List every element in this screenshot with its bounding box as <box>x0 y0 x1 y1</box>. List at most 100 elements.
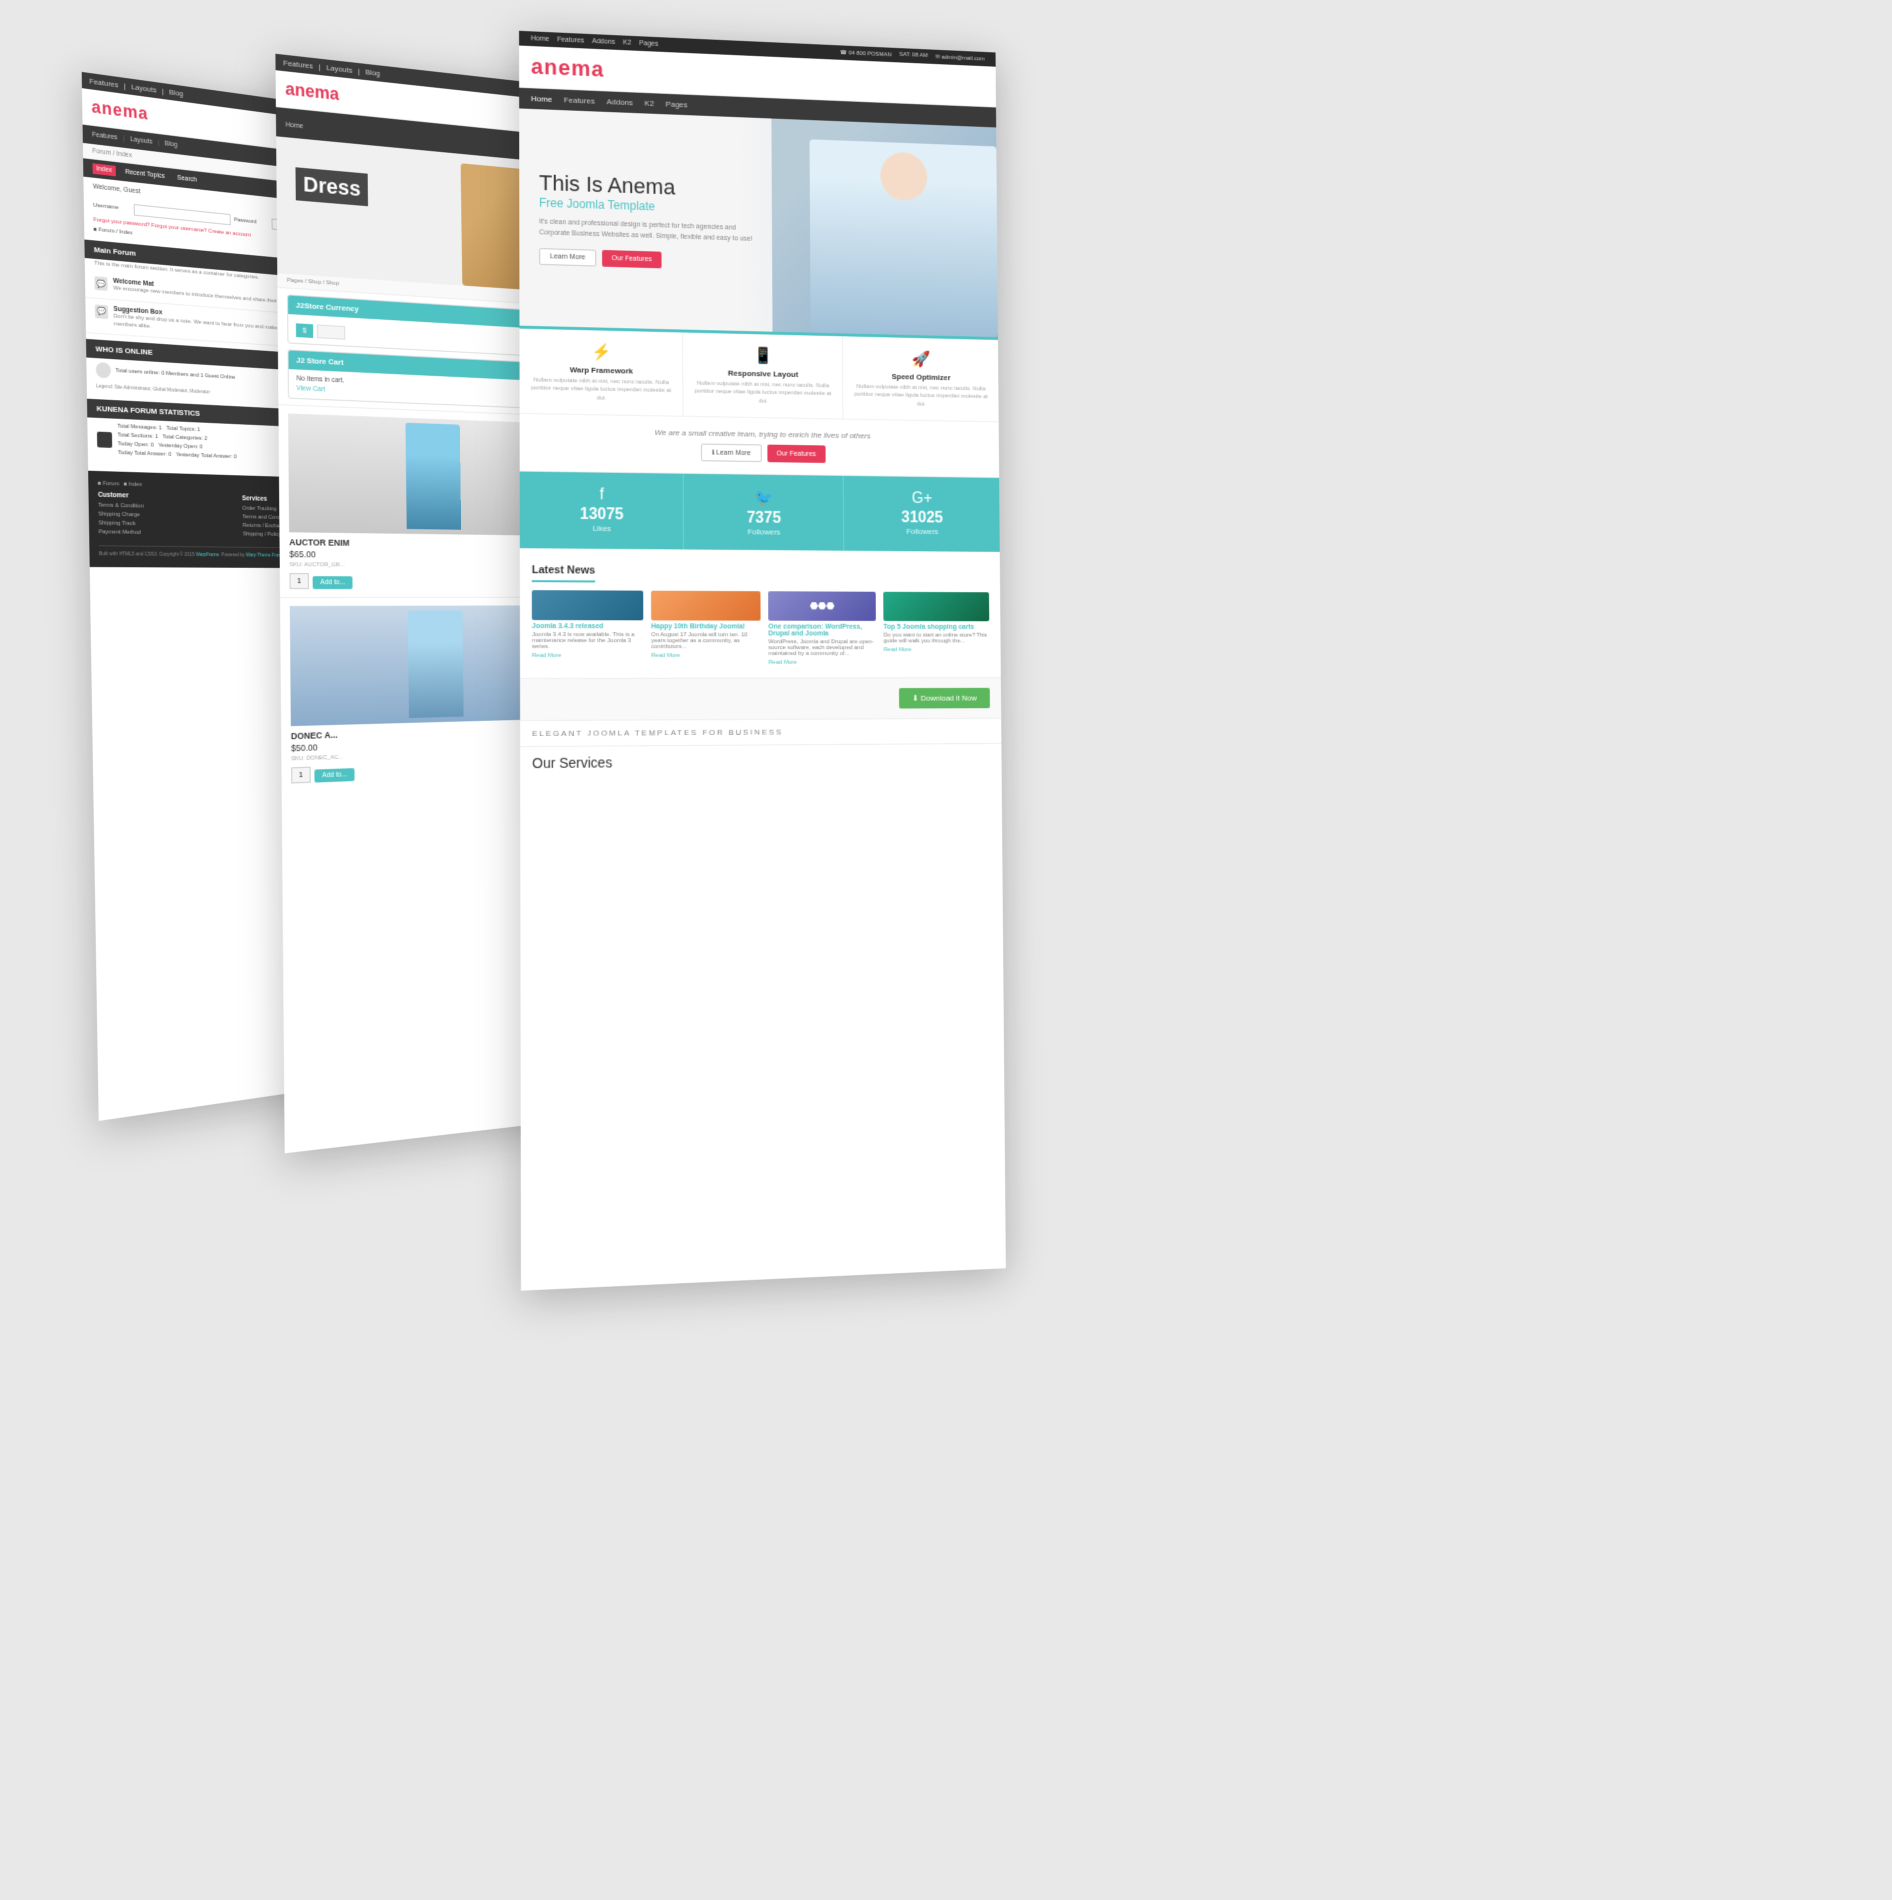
main-hero: This Is Anema Free Joomla Template It's … <box>519 108 998 337</box>
shop-nav-home[interactable]: Home <box>286 122 304 131</box>
password-label: Password <box>234 217 268 226</box>
shop-topbar-features[interactable]: Features <box>283 58 313 70</box>
cta-buttons: ℹ Learn More Our Features <box>532 441 988 465</box>
username-label: Username <box>93 203 130 213</box>
twitter-icon: 🐦 <box>691 488 835 509</box>
twitter-label: Followers <box>692 527 836 537</box>
facebook-icon: f <box>528 486 675 506</box>
topbar-phone: ☎ 04 800 POSMAN <box>840 49 892 58</box>
news-grid: Joomla 3.4.3 released Joomla 3.4.3 is no… <box>532 590 990 666</box>
main-elegant-tagline: ELEGANT JOOMLA TEMPLATES FOR BUSINESS <box>520 718 1001 746</box>
main-nav-home[interactable]: Home <box>531 94 552 104</box>
main-nav-pages[interactable]: Pages <box>666 100 688 110</box>
warpframe-link[interactable]: WarpFrame <box>196 552 219 558</box>
services-title: Our Services <box>532 752 990 771</box>
feature-warp-desc: Nullam vulputate nibh at nisi, nec nunc … <box>529 376 672 404</box>
forum-topbar-blog[interactable]: Blog <box>169 88 183 98</box>
topbar-email: ✉ admin@mail.com <box>935 54 984 63</box>
shop-topbar-layouts[interactable]: Layouts <box>326 63 352 75</box>
main-topbar-features[interactable]: Features <box>557 36 584 44</box>
hero-person <box>810 139 998 337</box>
news-read-more-1[interactable]: Read More <box>532 653 643 659</box>
googleplus-icon: G+ <box>851 490 992 509</box>
facebook-count: 13075 <box>528 506 675 525</box>
main-topbar-home[interactable]: Home <box>531 35 549 43</box>
shop-logo: anema <box>285 79 339 104</box>
news-item-4: Top 5 Joomla shopping carts Do you want … <box>883 592 989 666</box>
product-1-qty[interactable]: 1 <box>289 573 308 589</box>
forum-topbar-features[interactable]: Features <box>89 77 118 90</box>
main-social-bar: f 13075 Likes 🐦 7375 Followers G+ 31025 … <box>520 472 1000 552</box>
news-item-2: Happy 10th Birthday Joomla! On August 17… <box>651 591 761 666</box>
cta-features-btn[interactable]: Our Features <box>767 445 826 463</box>
product-1-figure <box>405 423 461 530</box>
main-services-section: Our Services <box>520 743 1002 779</box>
forum-nav-layouts[interactable]: Layouts <box>130 136 152 145</box>
speed-icon: 🚀 <box>852 348 989 370</box>
main-topbar-addons[interactable]: Addons <box>592 38 615 46</box>
main-topbar-pages[interactable]: Pages <box>639 40 658 48</box>
forum-topbar-layouts[interactable]: Layouts <box>131 83 156 95</box>
cta-text: We are a small creative team, trying to … <box>532 426 988 442</box>
feature-responsive-desc: Nullam vulputate nibh at nisi, nec nunc … <box>693 380 833 407</box>
social-facebook: f 13075 Likes <box>520 472 684 550</box>
forum-logo: anema <box>91 97 148 123</box>
feature-speed-title: Speed Optimizer <box>853 371 990 383</box>
forum-tab-index[interactable]: Index <box>92 163 115 176</box>
online-user-icon <box>96 362 111 378</box>
news-title-4[interactable]: Top 5 Joomla shopping carts <box>883 624 989 631</box>
stats-icon <box>97 432 112 448</box>
footer-customer-title: Customer <box>98 492 235 502</box>
main-panel: Home Features Addons K2 Pages ☎ 04 800 P… <box>519 31 1006 1291</box>
forum-nav-features[interactable]: Features <box>92 132 118 142</box>
footer-customer-items: Terms & ConditionShipping ChargeShipping… <box>98 502 236 539</box>
forum-tab-recent[interactable]: Recent Topics <box>121 167 168 183</box>
news-thumb-2 <box>651 591 761 621</box>
news-item-1: Joomla 3.4.3 released Joomla 3.4.3 is no… <box>532 590 644 666</box>
product-2-figure <box>408 610 464 718</box>
main-topbar-k2[interactable]: K2 <box>623 39 631 46</box>
main-hero-content: This Is Anema Free Joomla Template It's … <box>539 170 753 271</box>
shop-hero-text: Dress <box>295 167 368 206</box>
product-2-qty[interactable]: 1 <box>291 766 310 783</box>
facebook-label: Likes <box>528 524 675 534</box>
main-nav-k2[interactable]: K2 <box>645 99 655 108</box>
topbar-hours: SAT: 08 AM <box>899 52 928 60</box>
shop-topbar-blog[interactable]: Blog <box>365 68 380 78</box>
googleplus-label: Followers <box>852 527 993 537</box>
news-title-2[interactable]: Happy 10th Birthday Joomla! <box>651 623 761 630</box>
cta-learn-more-btn[interactable]: ℹ Learn More <box>701 444 761 463</box>
scene: Features | Layouts | Blog anema Features… <box>0 0 1892 1900</box>
download-btn[interactable]: ⬇ Download it Now <box>899 688 990 709</box>
news-read-more-2[interactable]: Read More <box>651 653 761 659</box>
main-nav-features[interactable]: Features <box>564 96 595 106</box>
main-logo: anema <box>531 54 604 83</box>
cta-learn-more-label: Learn More <box>716 450 750 457</box>
news-desc-3: WordPress, Joomla and Drupal are open-so… <box>768 639 876 657</box>
forum-nav-blog[interactable]: Blog <box>165 140 178 148</box>
news-item-3: ⬣⬣⬣ One comparison: WordPress, Drupal an… <box>768 591 876 666</box>
news-read-more-3[interactable]: Read More <box>768 660 876 666</box>
online-text: Total users online: 0 Members and 1 Gues… <box>115 368 235 381</box>
main-nav-addons[interactable]: Addons <box>606 97 632 107</box>
currency-select[interactable] <box>317 325 345 340</box>
topic-icon-welcome: 💬 <box>94 276 107 291</box>
news-desc-4: Do you want to start an online store? Th… <box>884 633 990 645</box>
hero-learn-more-btn[interactable]: Learn More <box>539 248 596 266</box>
news-desc-2: On August 17 Joomla will turn ten. 10 ye… <box>651 632 761 650</box>
news-read-more-4[interactable]: Read More <box>884 647 990 653</box>
product-2-add-btn[interactable]: Add to... <box>314 768 354 783</box>
news-thumb-3: ⬣⬣⬣ <box>768 591 876 621</box>
product-1-add-btn[interactable]: Add to... <box>313 576 353 589</box>
news-title: Latest News <box>532 564 596 582</box>
main-news-section: Latest News Joomla 3.4.3 released Joomla… <box>520 548 1001 678</box>
news-title-3[interactable]: One comparison: WordPress, Drupal and Jo… <box>768 624 876 638</box>
hero-features-btn[interactable]: Our Features <box>602 250 662 268</box>
feature-warp-title: Warp Framework <box>529 364 672 376</box>
googleplus-count: 31025 <box>852 509 993 528</box>
forum-tab-search[interactable]: Search <box>174 172 201 185</box>
news-title-1[interactable]: Joomla 3.4.3 released <box>532 623 643 630</box>
social-googleplus: G+ 31025 Followers <box>844 476 1000 552</box>
topic-icon-suggestion: 💬 <box>95 304 108 319</box>
main-hero-desc: It's clean and professional design is pe… <box>539 218 753 245</box>
